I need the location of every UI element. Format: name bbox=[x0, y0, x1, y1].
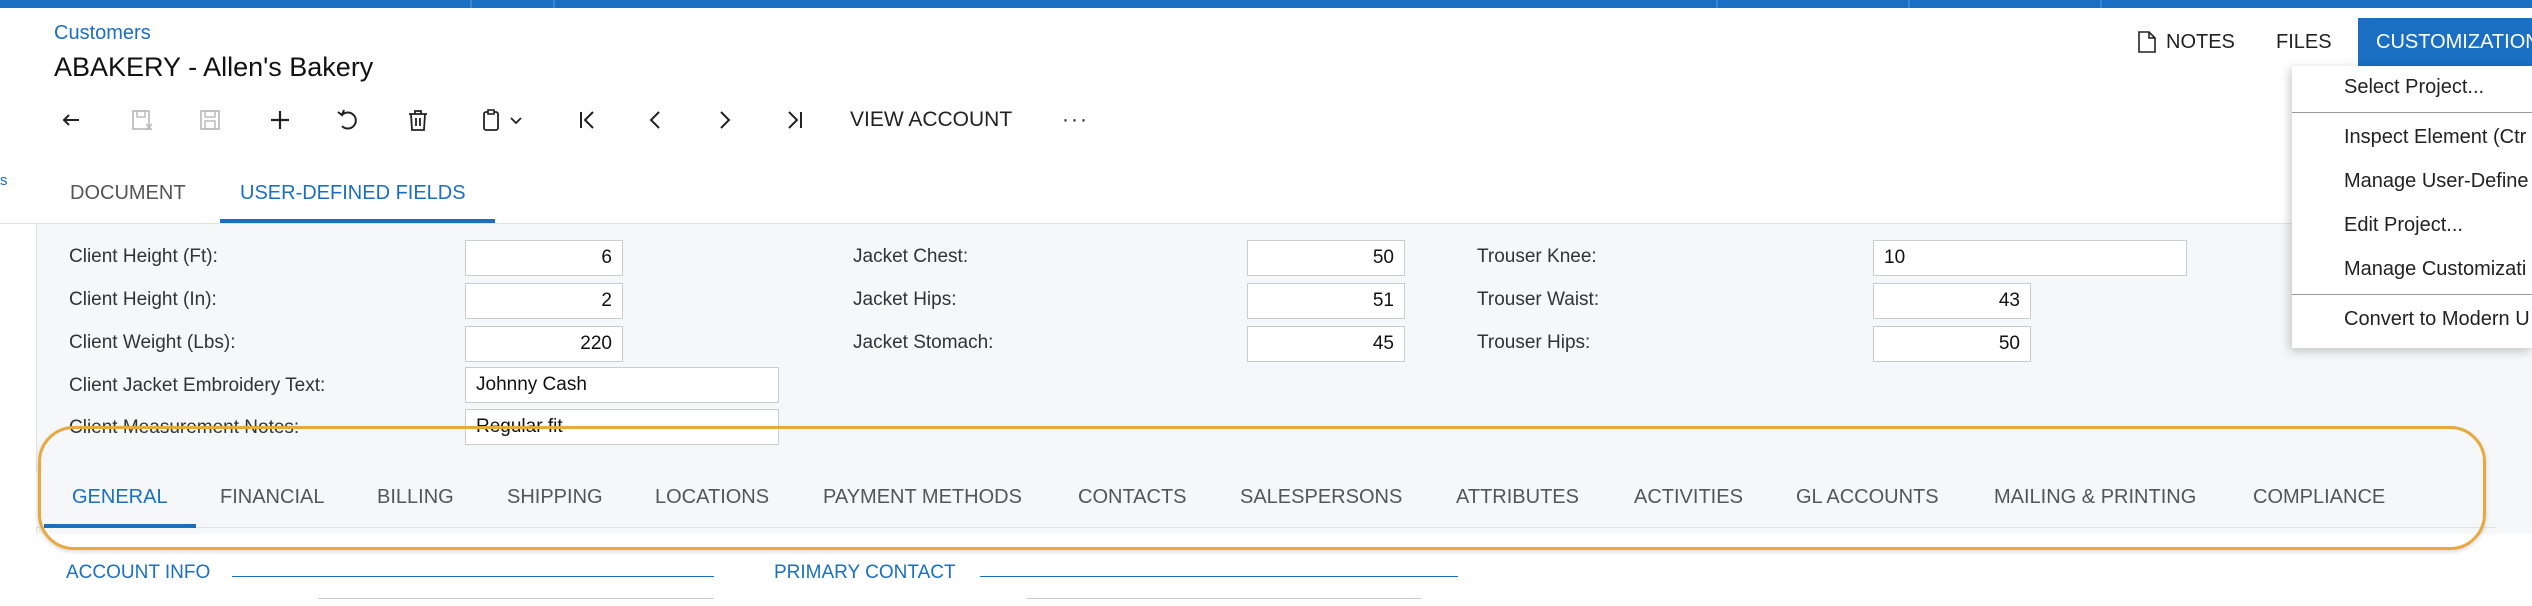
jacket-hips-label: Jacket Hips: bbox=[853, 289, 957, 310]
first-record-button[interactable] bbox=[568, 98, 608, 142]
trouser-waist-label: Trouser Waist: bbox=[1477, 289, 1600, 310]
document-icon bbox=[2138, 31, 2156, 53]
notes-label: NOTES bbox=[2166, 30, 2235, 53]
account-info-field[interactable] bbox=[318, 598, 714, 606]
menu-item-edit-project[interactable]: Edit Project... bbox=[2344, 214, 2463, 237]
tab-mailing-printing[interactable]: MAILING & PRINTING bbox=[1994, 486, 2196, 509]
save-icon bbox=[200, 110, 220, 130]
trouser-waist-input[interactable]: 43 bbox=[1873, 283, 2031, 319]
more-actions-button[interactable]: ··· bbox=[1062, 108, 1089, 132]
client-measurement-notes-input[interactable]: Regular fit bbox=[465, 409, 779, 445]
tab-document[interactable]: DOCUMENT bbox=[70, 182, 186, 205]
menu-item-convert-modern-ui[interactable]: Convert to Modern U bbox=[2344, 308, 2530, 331]
first-page-icon bbox=[580, 111, 594, 129]
plus-icon bbox=[271, 111, 289, 129]
client-jacket-embroidery-input[interactable]: Johnny Cash bbox=[465, 367, 779, 403]
top-nav-divider bbox=[1908, 0, 1910, 8]
section-primary-contact: PRIMARY CONTACT bbox=[774, 562, 956, 583]
jacket-chest-label: Jacket Chest: bbox=[853, 246, 969, 267]
active-detail-tab-indicator bbox=[44, 524, 196, 528]
trash-icon bbox=[409, 110, 427, 131]
view-account-button[interactable]: VIEW ACCOUNT bbox=[850, 108, 1012, 132]
tab-activities[interactable]: ACTIVITIES bbox=[1634, 486, 1743, 509]
tab-shipping[interactable]: SHIPPING bbox=[507, 486, 603, 509]
customization-menu: Select Project... Inspect Element (Ctr M… bbox=[2292, 66, 2532, 348]
primary-contact-field[interactable] bbox=[1026, 598, 1422, 606]
menu-item-manage-user-defined[interactable]: Manage User-Define bbox=[2344, 170, 2529, 193]
top-nav-divider bbox=[553, 0, 555, 8]
notes-button[interactable]: NOTES bbox=[2136, 18, 2235, 66]
menu-item-select-project[interactable]: Select Project... bbox=[2344, 76, 2484, 99]
client-height-ft-input[interactable]: 6 bbox=[465, 240, 623, 276]
tab-user-defined-fields[interactable]: USER-DEFINED FIELDS bbox=[240, 182, 466, 205]
client-weight-input[interactable]: 220 bbox=[465, 326, 623, 362]
last-record-button[interactable] bbox=[774, 98, 814, 142]
files-button[interactable]: FILES bbox=[2276, 18, 2332, 66]
tab-attributes[interactable]: ATTRIBUTES bbox=[1456, 486, 1579, 509]
tab-compliance[interactable]: COMPLIANCE bbox=[2253, 486, 2385, 509]
section-divider bbox=[232, 576, 714, 577]
last-page-icon bbox=[788, 111, 802, 129]
previous-record-button[interactable] bbox=[636, 98, 676, 142]
undo-icon bbox=[337, 109, 357, 130]
back-button[interactable] bbox=[52, 98, 92, 142]
jacket-chest-input[interactable]: 50 bbox=[1247, 240, 1405, 276]
trouser-knee-label: Trouser Knee: bbox=[1477, 246, 1597, 267]
client-height-in-label: Client Height (In): bbox=[69, 289, 217, 310]
trouser-hips-input[interactable]: 50 bbox=[1873, 326, 2031, 362]
tab-contacts[interactable]: CONTACTS bbox=[1078, 486, 1187, 509]
menu-separator bbox=[2292, 112, 2532, 113]
tab-financial[interactable]: FINANCIAL bbox=[220, 486, 324, 509]
back-arrow-icon bbox=[62, 114, 79, 126]
cancel-button[interactable] bbox=[328, 98, 368, 142]
form-tabs: DOCUMENT USER-DEFINED FIELDS bbox=[0, 168, 2532, 224]
save-close-icon bbox=[132, 110, 153, 131]
jacket-stomach-input[interactable]: 45 bbox=[1247, 326, 1405, 362]
active-tab-indicator bbox=[220, 219, 495, 223]
client-jacket-embroidery-label: Client Jacket Embroidery Text: bbox=[69, 375, 326, 396]
section-account-info: ACCOUNT INFO bbox=[66, 562, 211, 583]
clipboard-button[interactable] bbox=[468, 98, 534, 142]
chevron-down-icon bbox=[510, 117, 522, 125]
tab-salespersons[interactable]: SALESPERSONS bbox=[1240, 486, 1402, 509]
save-close-button[interactable] bbox=[122, 98, 162, 142]
tab-general[interactable]: GENERAL bbox=[72, 486, 168, 509]
client-measurement-notes-label: Client Measurement Notes: bbox=[69, 417, 300, 438]
tab-payment-methods[interactable]: PAYMENT METHODS bbox=[823, 486, 1022, 509]
delete-button[interactable] bbox=[398, 98, 438, 142]
jacket-stomach-label: Jacket Stomach: bbox=[853, 332, 994, 353]
jacket-hips-input[interactable]: 51 bbox=[1247, 283, 1405, 319]
menu-separator bbox=[2292, 294, 2532, 295]
trouser-knee-input[interactable]: 10 bbox=[1873, 240, 2187, 276]
top-nav-divider bbox=[470, 0, 472, 8]
customization-button[interactable]: CUSTOMIZATION bbox=[2358, 18, 2532, 66]
add-button[interactable] bbox=[260, 98, 300, 142]
top-nav-divider bbox=[1716, 0, 1718, 8]
tab-billing[interactable]: BILLING bbox=[377, 486, 454, 509]
client-height-in-input[interactable]: 2 bbox=[465, 283, 623, 319]
chevron-left-icon bbox=[649, 111, 660, 129]
clipboard-icon bbox=[483, 109, 499, 131]
detail-tabs: GENERAL FINANCIAL BILLING SHIPPING LOCAT… bbox=[36, 472, 2496, 528]
menu-item-manage-customizations[interactable]: Manage Customizati bbox=[2344, 258, 2526, 281]
next-record-button[interactable] bbox=[704, 98, 744, 142]
menu-item-inspect-element[interactable]: Inspect Element (Ctr bbox=[2344, 126, 2526, 149]
client-height-ft-label: Client Height (Ft): bbox=[69, 246, 218, 267]
breadcrumb[interactable]: Customers bbox=[54, 22, 151, 45]
tab-gl-accounts[interactable]: GL ACCOUNTS bbox=[1796, 486, 1939, 509]
chevron-right-icon bbox=[720, 111, 731, 129]
client-weight-label: Client Weight (Lbs): bbox=[69, 332, 236, 353]
top-nav-divider bbox=[2100, 0, 2102, 8]
page-title: ABAKERY - Allen's Bakery bbox=[54, 52, 374, 82]
section-divider bbox=[980, 576, 1458, 577]
save-button[interactable] bbox=[190, 98, 230, 142]
top-nav-bar bbox=[0, 0, 2532, 8]
trouser-hips-label: Trouser Hips: bbox=[1477, 332, 1591, 353]
tab-locations[interactable]: LOCATIONS bbox=[655, 486, 769, 509]
